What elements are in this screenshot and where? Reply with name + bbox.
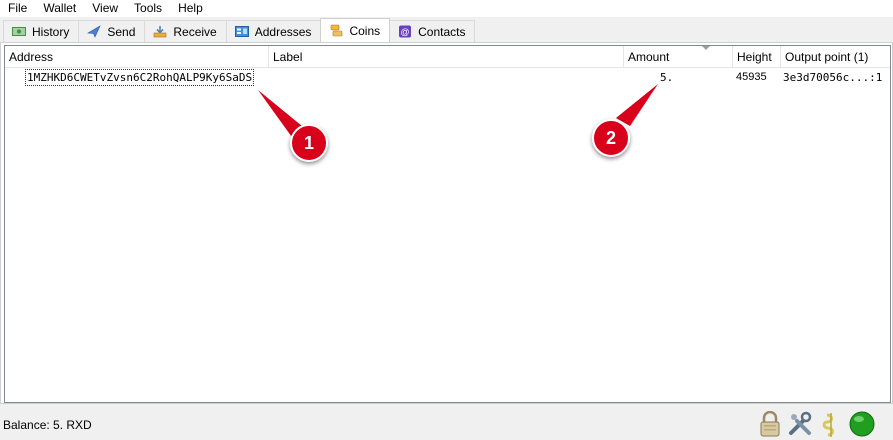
tab-receive-label: Receive [173, 24, 217, 39]
tab-send[interactable]: Send [78, 20, 146, 42]
menu-tools[interactable]: Tools [126, 1, 170, 16]
balance-text: Balance: 5. RXD [3, 418, 92, 432]
receive-icon [153, 25, 167, 38]
column-header-amount[interactable]: Amount [624, 46, 733, 68]
menu-view[interactable]: View [84, 1, 126, 16]
tab-send-label: Send [107, 24, 136, 39]
column-header-amount-label: Amount [628, 50, 670, 64]
coins-panel: Address Label Amount Height Output point… [0, 42, 893, 404]
svg-text:@: @ [401, 27, 410, 37]
table-header: Address Label Amount Height Output point… [5, 46, 890, 68]
column-header-output-point[interactable]: Output point (1) [781, 46, 890, 68]
status-bar: Balance: 5. RXD [0, 404, 893, 439]
tab-contacts[interactable]: @ Contacts [389, 20, 476, 42]
tab-addresses-label: Addresses [254, 24, 312, 39]
addresses-icon [234, 25, 249, 38]
tab-addresses[interactable]: Addresses [225, 20, 322, 42]
cell-height[interactable]: 45935 [736, 68, 767, 87]
tab-bar: History Send Receive Addresses Coins @ C… [0, 18, 893, 42]
preferences-icon[interactable] [787, 411, 813, 437]
menu-bar: File Wallet View Tools Help [0, 0, 893, 17]
tab-history-label: History [32, 24, 70, 39]
contacts-icon: @ [398, 25, 412, 38]
tab-receive[interactable]: Receive [144, 20, 227, 42]
lock-icon[interactable] [757, 410, 783, 437]
menu-file[interactable]: File [0, 1, 35, 16]
cell-address[interactable]: 1MZHKD6CWETvZvsn6C2RohQALP9Ky6SaDS [25, 69, 255, 86]
column-header-address[interactable]: Address [5, 46, 269, 68]
menu-wallet[interactable]: Wallet [35, 1, 84, 16]
tab-contacts-label: Contacts [418, 24, 466, 39]
tab-coins-label: Coins [349, 23, 381, 38]
column-header-label[interactable]: Label [269, 46, 624, 68]
callout-marker-1: 1 [290, 124, 328, 162]
menu-help[interactable]: Help [170, 1, 211, 16]
column-header-height[interactable]: Height [733, 46, 781, 68]
table-row[interactable]: 1MZHKD6CWETvZvsn6C2RohQALP9Ky6SaDS 5. 45… [5, 68, 890, 87]
send-icon [87, 25, 102, 38]
cell-output-point[interactable]: 3e3d70056c...:1 [783, 68, 882, 87]
seed-icon[interactable] [818, 411, 844, 437]
tab-coins[interactable]: Coins [320, 18, 391, 42]
coins-icon [329, 24, 343, 37]
coins-table[interactable]: Address Label Amount Height Output point… [4, 45, 891, 403]
history-icon [12, 25, 26, 38]
sort-descending-icon [702, 46, 710, 50]
network-status-icon[interactable] [849, 411, 875, 437]
callout-marker-2: 2 [592, 119, 630, 157]
tab-history[interactable]: History [3, 20, 80, 42]
